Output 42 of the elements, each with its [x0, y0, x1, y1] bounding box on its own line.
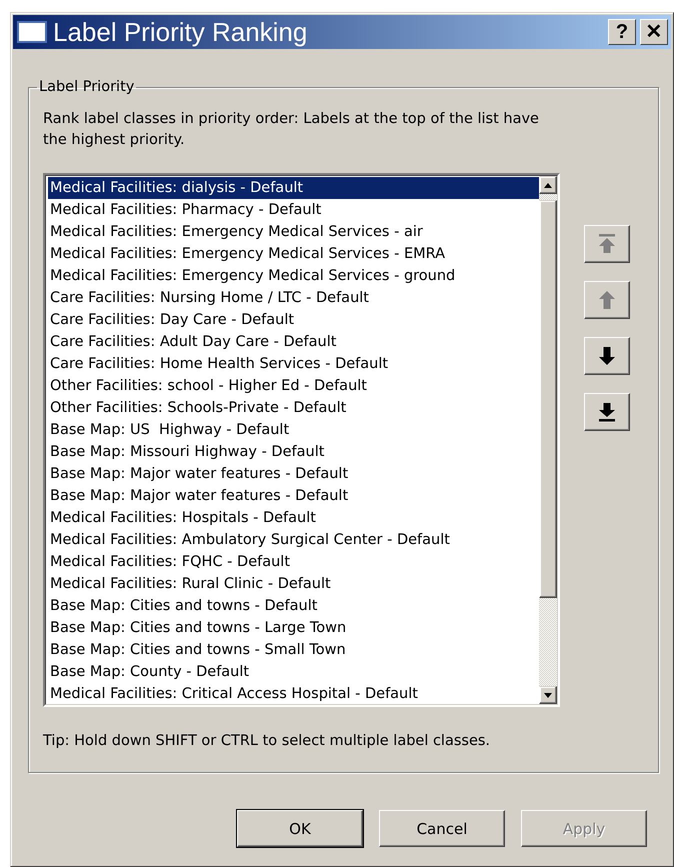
scroll-down-icon[interactable] [544, 692, 552, 698]
help-button[interactable]: ? [608, 19, 636, 45]
list-item[interactable]: Medical Facilities: Emergency Medical Services - ground [48, 265, 539, 287]
move-to-bottom-icon [596, 401, 618, 423]
scrollbar[interactable] [539, 176, 557, 704]
scrollbar-thumb[interactable] [539, 200, 557, 598]
list-item[interactable]: Base Map: Cities and towns - Small Town [48, 639, 539, 661]
list-item[interactable]: Medical Facilities: Pharmacy - Default [48, 199, 539, 221]
list-item[interactable]: Base Map: Major water features - Default [48, 463, 539, 485]
list-item[interactable]: Other Facilities: school - Higher Ed - Default [48, 375, 539, 397]
list-item[interactable]: Care Facilities: Nursing Home / LTC - Default [48, 287, 539, 309]
list-item[interactable]: Base Map: US Highway - Default [48, 419, 539, 441]
description: Rank label classes in priority order: Labels at the top of the list have the highest priority. [43, 110, 540, 150]
list-item[interactable]: Base Map: Major water features - Default [48, 485, 539, 507]
list-item[interactable]: Medical Facilities: Ambulatory Surgical Center - Default [48, 529, 539, 551]
list-item[interactable]: Base Map: County - Default [48, 661, 539, 683]
window-title: Label Priority Ranking [53, 16, 308, 48]
list-item[interactable]: Medical Facilities: Emergency Medical Services - EMRA [48, 243, 539, 265]
list-item[interactable]: Medical Facilities: Rural Clinic - Default [48, 573, 539, 595]
close-button[interactable]: ✕ [640, 19, 668, 45]
dialog-button[interactable]: OK [237, 810, 363, 847]
label-class-list[interactable] [43, 173, 560, 707]
list-item[interactable]: Medical Facilities: dialysis - Default [48, 177, 539, 199]
move-bottom-button[interactable] [584, 393, 630, 431]
tip-text: Tip: Hold down SHIFT or CTRL to select multiple label classes. [43, 733, 492, 749]
list-item[interactable]: Base Map: Cities and towns - Large Town [48, 617, 539, 639]
list-item[interactable]: Medical Facilities: Critical Access Hospital - Default [48, 683, 539, 704]
list-item[interactable]: Base Map: Cities and towns - Default [48, 595, 539, 617]
list-item[interactable]: Medical Facilities: Hospitals - Default [48, 507, 539, 529]
group-title: Label Priority [38, 79, 136, 95]
move-down-button[interactable] [584, 337, 630, 375]
list-item[interactable]: Care Facilities: Day Care - Default [48, 309, 539, 331]
dialog-button[interactable]: Cancel [379, 810, 505, 847]
list-item[interactable]: Other Facilities: Schools-Private - Default [48, 397, 539, 419]
window-icon [17, 21, 47, 43]
list-item[interactable]: Medical Facilities: Emergency Medical Services - air [48, 221, 539, 243]
list-item[interactable]: Care Facilities: Adult Day Care - Default [48, 331, 539, 353]
scroll-up-icon[interactable] [544, 182, 552, 188]
list-item[interactable]: Base Map: Missouri Highway - Default [48, 441, 539, 463]
list-item[interactable]: Care Facilities: Home Health Services - Default [48, 353, 539, 375]
list-item[interactable]: Medical Facilities: FQHC - Default [48, 551, 539, 573]
move-to-top-icon [596, 233, 618, 255]
